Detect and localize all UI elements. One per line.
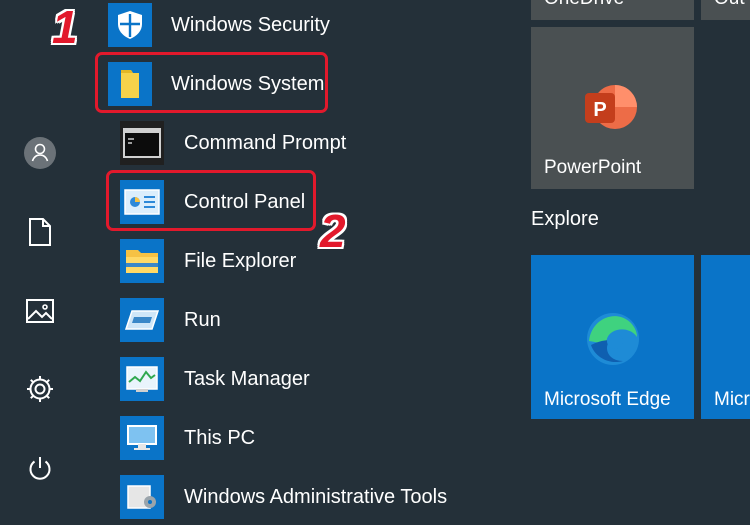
command-prompt-icon xyxy=(123,128,161,158)
list-item-label: Command Prompt xyxy=(184,132,347,154)
user-avatar-icon xyxy=(24,137,56,169)
file-explorer-tile xyxy=(120,239,164,283)
outlook-tile-partial[interactable]: Out xyxy=(701,0,750,20)
settings-gear-icon xyxy=(27,376,53,402)
tile-label: Out xyxy=(714,0,745,10)
file-explorer-icon xyxy=(126,250,158,273)
list-item-label: Windows Administrative Tools xyxy=(184,486,448,508)
highlight-box-windows-system xyxy=(95,52,328,113)
task-manager-icon xyxy=(126,366,158,392)
highlight-box-control-panel xyxy=(106,170,316,231)
pictures-icon xyxy=(26,299,54,323)
powerpoint-icon: P xyxy=(585,85,637,129)
shield-tile xyxy=(108,3,152,47)
edge-icon xyxy=(587,313,639,365)
powerpoint-glyph: P xyxy=(593,99,606,121)
tile-label: PowerPoint xyxy=(544,157,642,178)
list-item-label: Task Manager xyxy=(184,368,310,390)
list-item-label: Windows Security xyxy=(171,14,330,36)
tile-label: OneDrive xyxy=(544,0,624,10)
step-1-annotation: 1 xyxy=(52,1,78,53)
run-icon xyxy=(124,310,160,330)
powerpoint-tile[interactable]: P PowerPoint xyxy=(531,27,694,189)
document-icon xyxy=(29,218,51,246)
microsoft-edge-tile[interactable]: Microsoft Edge xyxy=(531,255,694,419)
task-manager-tile xyxy=(120,357,164,401)
list-item-windows-security[interactable]: Windows Security xyxy=(88,0,508,53)
admin-tools-tile xyxy=(120,475,164,519)
tile-label: Microsoft Edge xyxy=(544,389,671,410)
tile-group-title: Explore xyxy=(531,208,599,230)
list-item-command-prompt[interactable]: Command Prompt xyxy=(88,115,508,171)
step-2-annotation: 2 xyxy=(320,205,346,257)
admin-tools-icon xyxy=(127,485,156,509)
list-item-this-pc[interactable]: This PC xyxy=(88,410,508,466)
list-item-label: Run xyxy=(184,309,221,331)
user-account-button[interactable] xyxy=(20,133,60,173)
list-item-run[interactable]: Run xyxy=(88,292,508,348)
power-icon xyxy=(29,457,51,480)
tile-label: Micr xyxy=(714,389,750,410)
list-item-label: This PC xyxy=(184,427,256,449)
start-left-rail xyxy=(0,0,80,500)
list-item-file-explorer[interactable]: File Explorer xyxy=(88,233,508,289)
run-tile xyxy=(120,298,164,342)
list-item-label: File Explorer xyxy=(184,250,297,272)
settings-button[interactable] xyxy=(20,369,60,409)
this-pc-icon xyxy=(127,425,157,450)
this-pc-tile xyxy=(120,416,164,460)
partial-tile[interactable]: Micr xyxy=(701,255,750,419)
pictures-button[interactable] xyxy=(20,291,60,331)
list-item-task-manager[interactable]: Task Manager xyxy=(88,351,508,407)
documents-button[interactable] xyxy=(20,212,60,252)
onedrive-tile[interactable]: OneDrive xyxy=(531,0,694,20)
command-prompt-tile xyxy=(120,121,164,165)
shield-icon xyxy=(118,11,142,39)
power-button[interactable] xyxy=(20,448,60,488)
list-item-administrative-tools[interactable]: Windows Administrative Tools xyxy=(88,469,508,525)
